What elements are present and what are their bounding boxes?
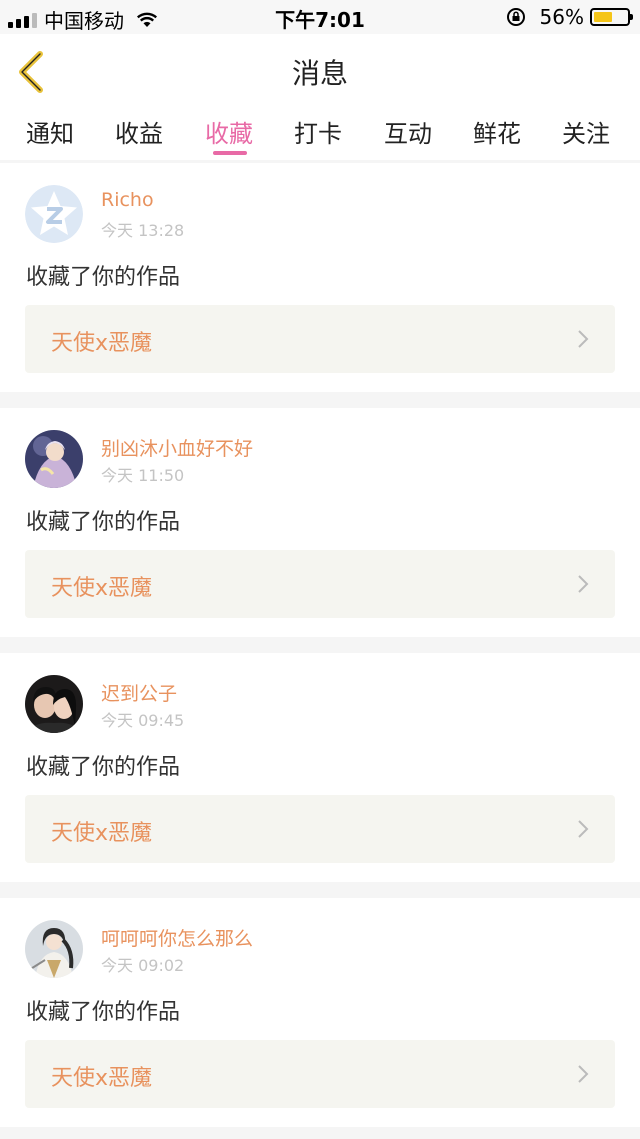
chevron-right-icon: [578, 575, 589, 593]
work-title: 天使x恶魔: [51, 821, 153, 846]
user-name[interactable]: 迟到公子: [101, 679, 177, 706]
message-time: 今天 09:02: [101, 956, 185, 975]
message-text: 收藏了你的作品: [26, 510, 181, 535]
chevron-right-icon: [578, 1065, 589, 1083]
avatar[interactable]: [25, 920, 83, 978]
status-bar: 中国移动 下午7:01 56%: [0, 0, 640, 34]
message-text: 收藏了你的作品: [26, 755, 181, 780]
battery-icon: [590, 8, 633, 26]
message-card: 呵呵呵你怎么那么 今天 09:02 收藏了你的作品 天使x恶魔: [0, 898, 640, 1127]
tab-interactions[interactable]: 互动: [384, 114, 432, 149]
couple-photo-avatar: [25, 675, 83, 733]
chevron-right-icon: [578, 820, 589, 838]
work-title: 天使x恶魔: [51, 331, 153, 356]
message-card: 迟到公子 今天 09:45 收藏了你的作品 天使x恶魔: [0, 653, 640, 882]
work-title: 天使x恶魔: [51, 576, 153, 601]
active-tab-indicator: [213, 151, 247, 155]
work-link[interactable]: 天使x恶魔: [25, 795, 615, 863]
message-text: 收藏了你的作品: [26, 1000, 181, 1025]
message-time: 今天 09:45: [101, 711, 185, 730]
message-time: 今天 13:28: [101, 221, 185, 240]
rotation-lock-icon: [506, 8, 525, 26]
message-card: Richo 今天 13:28 收藏了你的作品 天使x恶魔: [0, 163, 640, 392]
message-text: 收藏了你的作品: [26, 265, 181, 290]
tab-checkin[interactable]: 打卡: [294, 114, 342, 149]
tab-follows[interactable]: 关注: [562, 114, 610, 149]
page-title: 消息: [291, 57, 348, 90]
nav-bar: 消息: [0, 34, 640, 109]
work-link[interactable]: 天使x恶魔: [25, 550, 615, 618]
message-time: 今天 11:50: [101, 466, 185, 485]
tab-notifications[interactable]: 通知: [26, 114, 74, 149]
battery-percent: 56%: [539, 5, 584, 29]
default-avatar-icon: [25, 185, 83, 243]
user-name[interactable]: 呵呵呵你怎么那么: [101, 924, 253, 951]
chevron-right-icon: [578, 330, 589, 348]
tab-bar: 通知 收益 收藏 打卡 互动 鲜花 关注: [0, 108, 640, 160]
user-name[interactable]: 别凶沐小血好不好: [101, 434, 253, 461]
tab-earnings[interactable]: 收益: [115, 114, 163, 149]
avatar[interactable]: [25, 675, 83, 733]
tab-favorites[interactable]: 收藏: [205, 114, 253, 149]
work-title: 天使x恶魔: [51, 1066, 153, 1091]
avatar[interactable]: [25, 430, 83, 488]
tab-flowers[interactable]: 鲜花: [473, 114, 521, 149]
avatar[interactable]: [25, 185, 83, 243]
message-card: 别凶沐小血好不好 今天 11:50 收藏了你的作品 天使x恶魔: [0, 408, 640, 637]
work-link[interactable]: 天使x恶魔: [25, 1040, 615, 1108]
user-name[interactable]: Richo: [101, 189, 154, 211]
ancient-style-character-avatar: [25, 920, 83, 978]
work-link[interactable]: 天使x恶魔: [25, 305, 615, 373]
anime-character-avatar: [25, 430, 83, 488]
